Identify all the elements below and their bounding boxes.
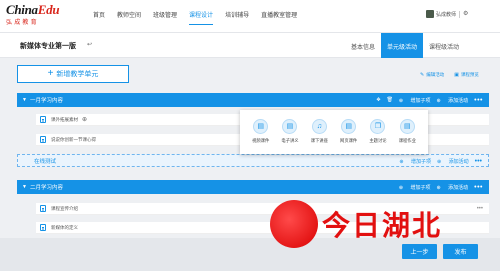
move-icon[interactable]: ✥ — [376, 97, 380, 103]
lesson-title: 课程宣传介绍 — [51, 205, 78, 211]
watermark: 今日湖北 — [270, 200, 442, 248]
document-icon — [40, 205, 46, 212]
document-icon — [40, 116, 46, 123]
add-subsection-button[interactable]: ⊕ 增加子项 — [399, 158, 431, 165]
collapse-icon[interactable]: ▼ — [22, 97, 27, 103]
more-icon[interactable]: ••• — [474, 97, 483, 104]
add-activity-button[interactable]: ⊕ 添加活动 — [437, 184, 469, 191]
section-actions: ✥ 🗑 ⊕ 增加子项 ⊕ 添加活动 ••• — [370, 93, 483, 107]
section-actions: ⊕ 增加子项 ⊕ 添加活动 ••• — [393, 180, 483, 194]
nav-course-design[interactable]: 课程设计 — [189, 10, 214, 25]
user-name: 弘成教师 — [436, 11, 457, 18]
discussion-icon: ❐ — [370, 119, 386, 134]
preview-icon: ▣ — [454, 72, 459, 78]
ebook-icon: ▤ — [282, 119, 298, 134]
collapse-icon[interactable]: ▼ — [22, 184, 27, 190]
gear-icon[interactable]: ⚙ — [463, 11, 468, 17]
publish-button[interactable]: 发布 — [443, 244, 478, 259]
top-links: ✎ 编辑活动 ▣ 课程预览 — [410, 72, 479, 78]
activity-type-popup: ▤ 视频课件 ▤ 电子讲义 ♫ 课下讲座 ▤ 网页课件 ❐ 主题讨论 ▤ 课程作… — [240, 110, 428, 154]
bell-icon: ♫ — [311, 119, 327, 134]
activity-web-courseware[interactable]: ▤ 网页课件 — [340, 110, 357, 154]
add-activity-button[interactable]: ⊕ 添加活动 — [437, 97, 469, 104]
divider — [459, 10, 461, 18]
watermark-logo-icon — [270, 200, 318, 248]
add-unit-label: 新增教学单元 — [56, 71, 99, 78]
activity-ebook[interactable]: ▤ 电子讲义 — [281, 110, 299, 154]
lesson-title: 新媒体的定义 — [51, 224, 78, 230]
activity-lecture[interactable]: ♫ 课下讲座 — [311, 110, 328, 154]
delete-icon[interactable]: 🗑 — [387, 97, 393, 103]
activity-video-courseware[interactable]: ▤ 视频课件 — [252, 110, 269, 154]
more-icon[interactable]: ••• — [477, 206, 483, 212]
nav-class-management[interactable]: 班级管理 — [153, 10, 177, 25]
add-subsection-button[interactable]: ⊕ 增加子项 — [399, 184, 431, 191]
page-title: 新媒体专业第一版 — [20, 43, 76, 50]
course-header: 新媒体专业第一版 ↩ 基本信息 单元级活动 课程级活动 — [0, 33, 500, 58]
section-bar[interactable]: ▼ 二月学习内容 ⊕ 增加子项 ⊕ 添加活动 ••• — [17, 180, 489, 194]
tab-basic-info[interactable]: 基本信息 — [345, 33, 381, 58]
add-circle-icon[interactable]: ⊕ — [82, 116, 87, 123]
avatar — [426, 10, 434, 18]
add-activity-button[interactable]: ⊕ 添加活动 — [437, 158, 469, 165]
lesson-title: 课外拓展素材 — [51, 116, 78, 122]
nav-training[interactable]: 培训辅导 — [225, 10, 249, 25]
activity-discussion[interactable]: ❐ 主题讨论 — [369, 110, 387, 154]
nav-teacher-space[interactable]: 教师空间 — [117, 10, 141, 25]
back-icon[interactable]: ↩ — [87, 41, 92, 48]
edit-activity-link[interactable]: ✎ 编辑活动 — [420, 72, 444, 78]
online-test-actions: ⊕ 增加子项 ⊕ 添加活动 ••• — [393, 155, 482, 167]
section-bar[interactable]: ▼ 一月学习内容 ✥ 🗑 ⊕ 增加子项 ⊕ 添加活动 ••• — [17, 93, 489, 107]
more-icon[interactable]: ••• — [474, 184, 483, 191]
video-doc-icon: ▤ — [253, 119, 269, 134]
lesson-title: 说说你创新一节课心得 — [51, 136, 96, 142]
user-menu[interactable]: 弘成教师 ⚙ — [426, 10, 468, 18]
document-icon — [40, 136, 46, 143]
top-bar: ChinaEdu 弘成教育 首页 教师空间 班级管理 课程设计 培训辅导 直播教… — [0, 0, 500, 33]
nav-home[interactable]: 首页 — [93, 10, 105, 25]
activity-homework[interactable]: ▤ 课程作业 — [399, 110, 416, 154]
section-title: 一月学习内容 — [29, 98, 63, 104]
plus-icon: + — [47, 68, 54, 79]
nav-live-classroom[interactable]: 直播教室管理 — [261, 10, 297, 25]
add-subsection-button[interactable]: ⊕ 增加子项 — [399, 97, 431, 104]
web-doc-icon: ▤ — [341, 119, 357, 134]
online-test-bar[interactable]: 在线测试 ⊕ 增加子项 ⊕ 添加活动 ••• — [17, 154, 489, 167]
more-icon[interactable]: ••• — [475, 158, 482, 165]
header-tabs: 基本信息 单元级活动 课程级活动 — [345, 33, 465, 58]
logo-cn: 弘成教育 — [6, 20, 39, 26]
logo-brand: ChinaEdu — [6, 2, 60, 17]
add-unit-button[interactable]: + 新增教学单元 — [17, 65, 129, 83]
section-title: 二月学习内容 — [29, 185, 63, 191]
watermark-text: 今日湖北 — [322, 209, 443, 242]
tab-unit-activities[interactable]: 单元级活动 — [381, 33, 424, 58]
logo[interactable]: ChinaEdu 弘成教育 — [6, 3, 62, 29]
tab-course-activities[interactable]: 课程级活动 — [423, 33, 465, 58]
homework-icon: ▤ — [399, 119, 415, 134]
course-preview-link[interactable]: ▣ 课程预览 — [454, 72, 479, 78]
main-nav: 首页 教师空间 班级管理 课程设计 培训辅导 直播教室管理 — [93, 10, 309, 25]
online-test-title: 在线测试 — [34, 158, 57, 165]
edit-icon: ✎ — [420, 72, 425, 78]
document-icon — [40, 224, 46, 231]
